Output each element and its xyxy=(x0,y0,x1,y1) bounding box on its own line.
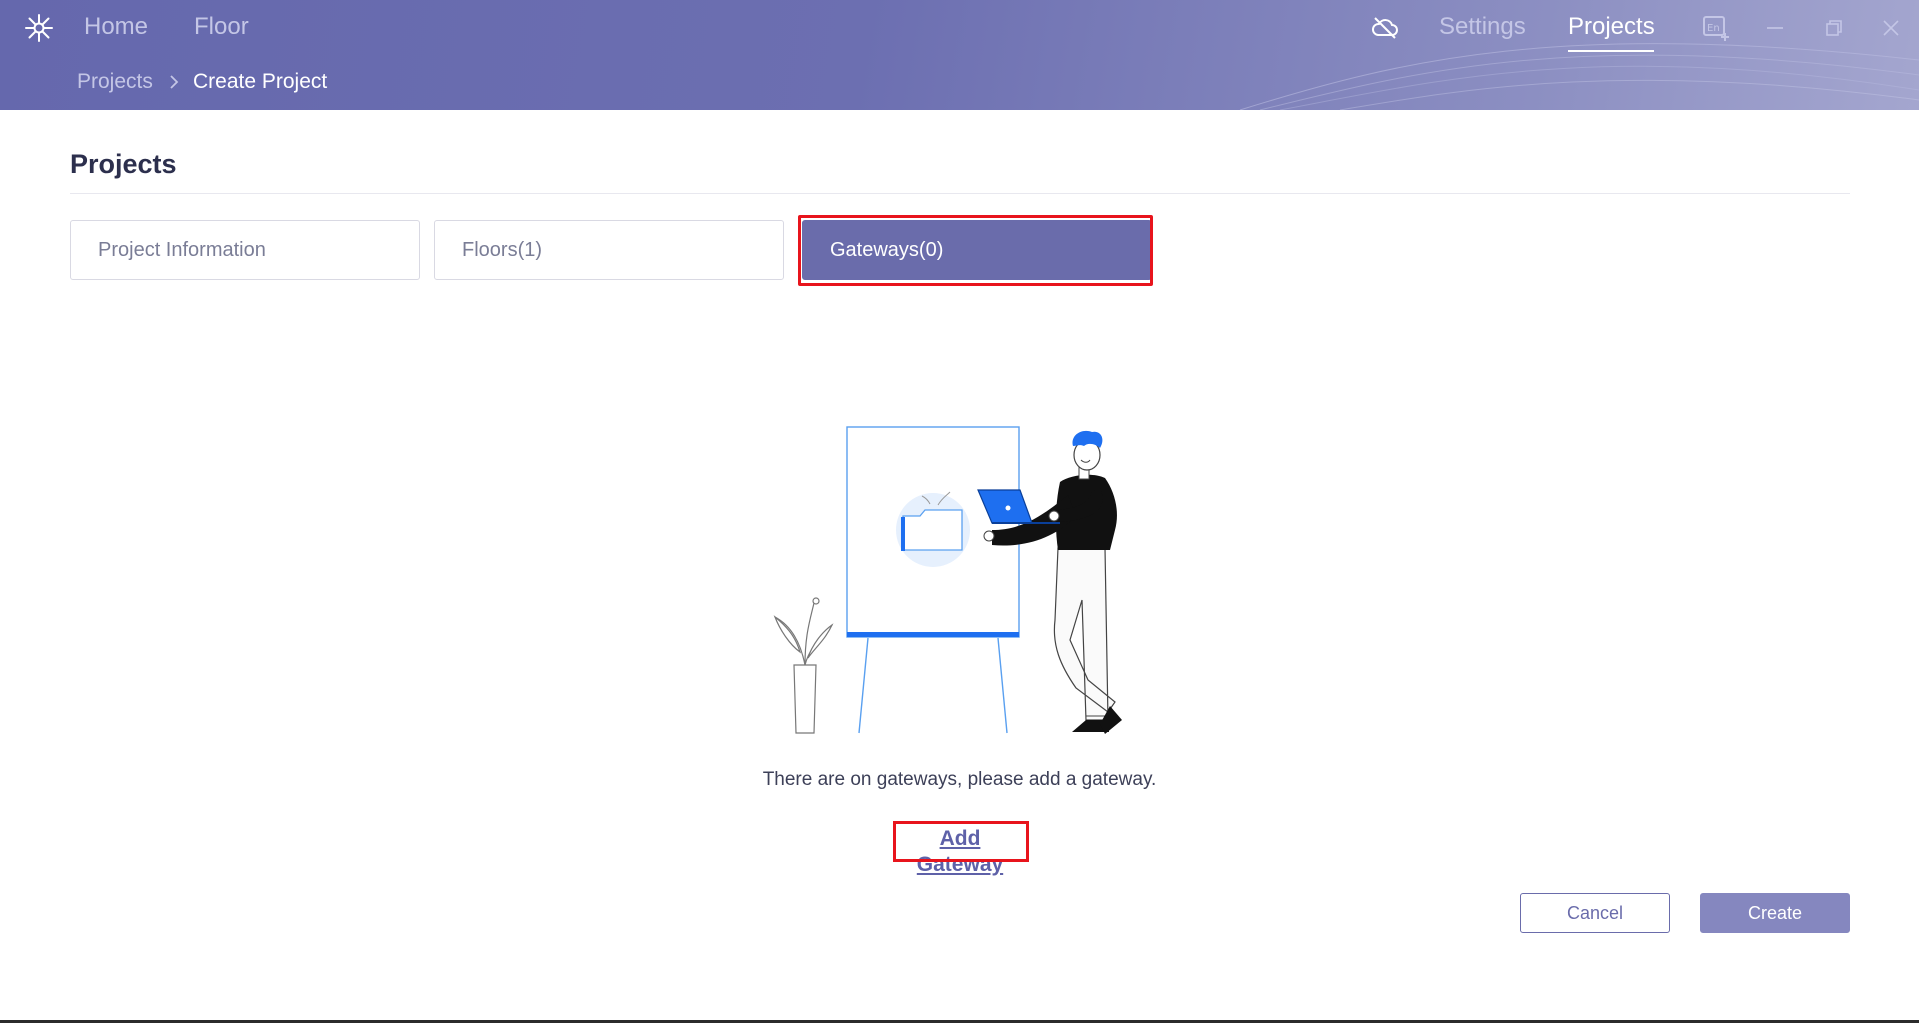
create-button[interactable]: Create xyxy=(1700,893,1850,933)
empty-state-illustration xyxy=(773,426,1122,734)
empty-state-message: There are on gateways, please add a gate… xyxy=(762,769,1157,790)
nav-projects[interactable]: Projects xyxy=(1568,12,1655,42)
plant-decoration xyxy=(773,597,834,734)
logo-icon[interactable] xyxy=(23,12,55,44)
cancel-button[interactable]: Cancel xyxy=(1520,893,1670,933)
minimize-icon[interactable] xyxy=(1763,16,1787,40)
nav-home[interactable]: Home xyxy=(84,12,148,42)
header-bar: Home Floor Settings Projects En Projects xyxy=(0,0,1919,110)
restore-icon[interactable] xyxy=(1822,16,1846,40)
nav-settings[interactable]: Settings xyxy=(1439,12,1526,42)
page-title: Projects xyxy=(70,149,177,179)
chevron-right-icon xyxy=(170,75,179,89)
header-wave-decoration xyxy=(1239,43,1919,110)
close-icon[interactable] xyxy=(1879,16,1903,40)
tab-floors[interactable]: Floors(1) xyxy=(434,220,784,280)
title-divider xyxy=(70,193,1850,194)
breadcrumb-projects[interactable]: Projects xyxy=(77,68,153,96)
tab-gateways[interactable]: Gateways(0) xyxy=(802,220,1152,280)
nav-floor[interactable]: Floor xyxy=(194,12,249,42)
nav-active-underline xyxy=(1568,50,1654,52)
language-icon[interactable]: En xyxy=(1701,13,1731,43)
svg-text:En: En xyxy=(1707,23,1720,34)
cloud-off-icon[interactable] xyxy=(1370,13,1400,43)
tab-project-information[interactable]: Project Information xyxy=(70,220,420,280)
breadcrumb-current: Create Project xyxy=(193,70,328,93)
app-window: Home Floor Settings Projects En Projects xyxy=(0,0,1919,1023)
add-gateway-link[interactable]: Add Gateway xyxy=(899,826,1021,878)
